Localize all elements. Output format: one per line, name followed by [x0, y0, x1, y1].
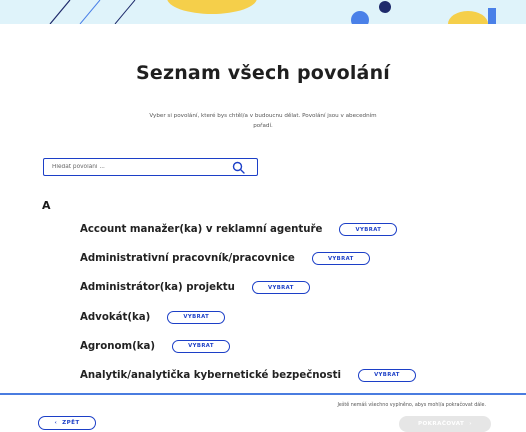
search-icon[interactable]	[231, 160, 245, 174]
select-job-button[interactable]: VYBRAT	[167, 310, 226, 324]
validation-note: Ještě nemáš všechno vyplněno, abys mohl/…	[337, 403, 486, 408]
select-job-button[interactable]: VYBRAT	[339, 223, 398, 236]
select-job-button[interactable]: VYBRAT	[357, 368, 416, 382]
job-name: Analytik/analytička kybernetické bezpečn…	[80, 369, 341, 381]
list-item: Administrativní pracovník/pracovnice VYB…	[80, 251, 520, 266]
job-name: Administrativní pracovník/pracovnice	[80, 253, 295, 265]
job-name: Advokát(ka)	[80, 311, 151, 323]
deco-yellow-shape	[167, 0, 257, 14]
job-name: Administrátor(ka) projektu	[80, 282, 235, 294]
back-button[interactable]: ‹ ZPĚT	[38, 416, 96, 430]
list-item: Agronom(ka) VYBRAT	[80, 339, 520, 354]
deco-line	[79, 0, 101, 24]
alphabet-section-letter: A	[42, 199, 51, 212]
deco-blue-circle	[351, 11, 369, 24]
chevron-right-icon: ›	[469, 421, 472, 427]
select-job-button[interactable]: VYBRAT	[311, 252, 370, 266]
list-item: Administrátor(ka) projektu VYBRAT	[80, 280, 520, 295]
header-decoration	[0, 0, 526, 24]
list-item: Advokát(ka) VYBRAT	[80, 310, 520, 325]
deco-blue-rect	[488, 8, 496, 24]
footer: Ještě nemáš všechno vyplněno, abys mohl/…	[0, 395, 526, 432]
search-input[interactable]	[44, 159, 231, 175]
deco-line	[114, 0, 136, 24]
job-name: Account manažer(ka) v reklamní agentuře	[80, 224, 323, 235]
list-item: Account manažer(ka) v reklamní agentuře …	[80, 222, 520, 237]
search-box	[43, 158, 258, 176]
job-name: Agronom(ka)	[80, 340, 156, 352]
chevron-left-icon: ‹	[54, 420, 58, 426]
decorative-shapes	[49, 0, 496, 24]
select-job-button[interactable]: VYBRAT	[251, 281, 310, 295]
back-button-label: ZPĚT	[62, 420, 80, 426]
deco-yellow-shape	[448, 11, 488, 24]
continue-button-label: POKRAČOVAT	[418, 421, 465, 427]
deco-navy-circle	[379, 1, 391, 13]
select-job-button[interactable]: VYBRAT	[172, 339, 231, 353]
page-subtitle: Vyber si povolání, které bys chtěl/a v b…	[149, 113, 377, 129]
list-item: Analytik/analytička kybernetické bezpečn…	[80, 368, 520, 383]
page-title: Seznam všech povolání	[135, 62, 391, 84]
job-list: Account manažer(ka) v reklamní agentuře …	[80, 222, 520, 397]
deco-line	[49, 0, 71, 24]
